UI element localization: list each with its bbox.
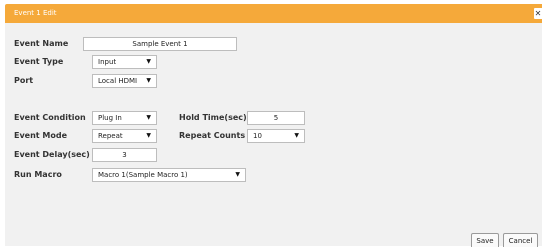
event-mode-value: Repeat <box>98 132 123 140</box>
port-value: Local HDMI <box>98 77 138 85</box>
hold-time-field[interactable]: 5 <box>247 111 305 125</box>
event-type-select[interactable]: Input ▼ <box>92 55 157 69</box>
port-label: Port <box>14 76 34 85</box>
save-button[interactable]: Save <box>471 233 499 247</box>
repeat-counts-label: Repeat Counts <box>179 131 246 140</box>
run-macro-label: Run Macro <box>14 170 62 179</box>
event-name-label: Event Name <box>14 39 69 48</box>
event-condition-label: Event Condition <box>14 113 86 122</box>
event-condition-value: Plug In <box>98 114 122 122</box>
run-macro-select[interactable]: Macro 1(Sample Macro 1) ▼ <box>92 168 246 182</box>
event-delay-label: Event Delay(sec) <box>14 150 90 159</box>
port-select[interactable]: Local HDMI ▼ <box>92 74 157 88</box>
event-condition-select[interactable]: Plug In ▼ <box>92 111 157 125</box>
hold-time-label: Hold Time(sec) <box>179 113 247 122</box>
chevron-down-icon: ▼ <box>235 171 240 178</box>
event-edit-panel: Event Name Sample Event 1 Event Type Inp… <box>5 23 542 247</box>
event-type-label: Event Type <box>14 57 64 66</box>
repeat-counts-value: 10 <box>253 132 262 140</box>
repeat-counts-select[interactable]: 10 ▼ <box>247 129 305 143</box>
chevron-down-icon: ▼ <box>294 132 299 139</box>
dialog-title-bar: Event 1 Edit ✕ <box>5 4 542 23</box>
event-mode-label: Event Mode <box>14 131 68 140</box>
chevron-down-icon: ▼ <box>146 77 151 84</box>
chevron-down-icon: ▼ <box>146 114 151 121</box>
chevron-down-icon: ▼ <box>146 58 151 65</box>
event-name-field[interactable]: Sample Event 1 <box>83 37 237 51</box>
close-icon[interactable]: ✕ <box>534 8 542 19</box>
run-macro-value: Macro 1(Sample Macro 1) <box>98 171 188 179</box>
dialog-title: Event 1 Edit <box>14 9 57 17</box>
chevron-down-icon: ▼ <box>146 132 151 139</box>
event-type-value: Input <box>98 58 117 66</box>
event-mode-select[interactable]: Repeat ▼ <box>92 129 157 143</box>
event-delay-field[interactable]: 3 <box>92 148 157 162</box>
cancel-button[interactable]: Cancel <box>503 233 538 247</box>
